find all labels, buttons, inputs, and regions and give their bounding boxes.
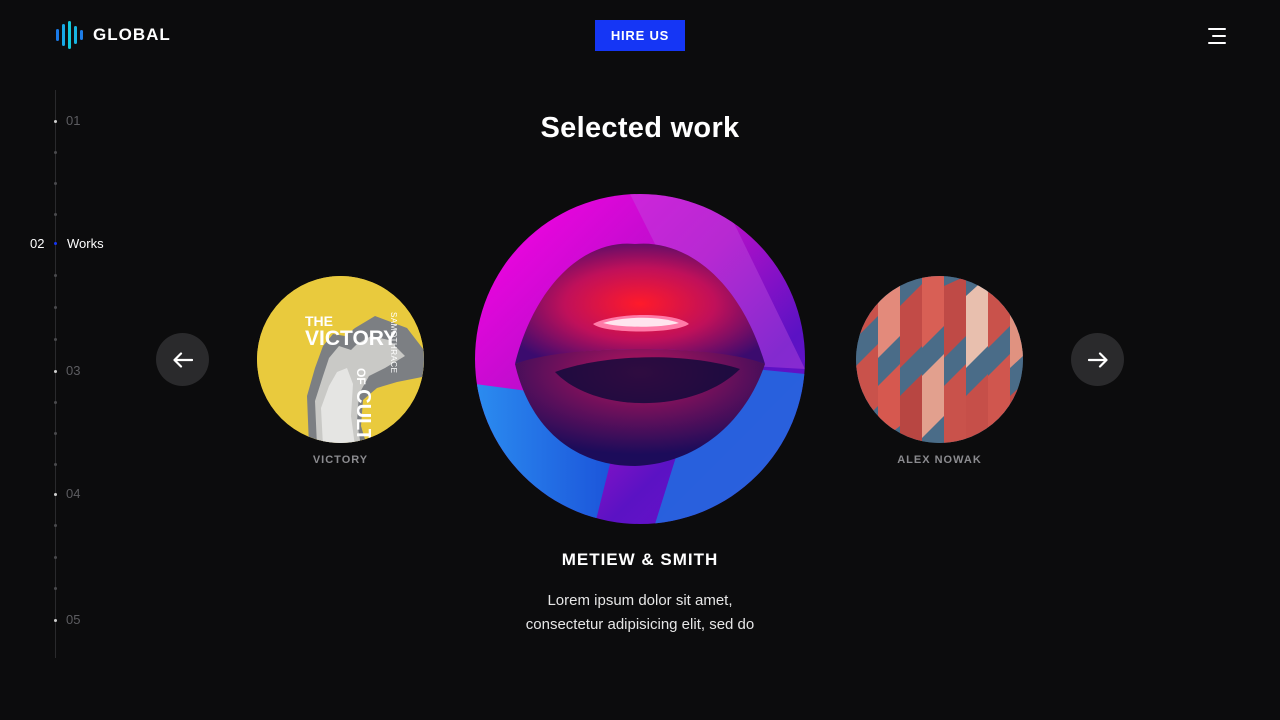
featured-work-description: Lorem ipsum dolor sit amet, consectetur … — [525, 592, 755, 633]
work-featured-image[interactable] — [475, 194, 805, 524]
arrow-left-icon — [172, 351, 193, 368]
brand-name: GLOBAL — [93, 25, 171, 44]
carousel-next-button[interactable] — [1071, 333, 1124, 386]
victory-poster-side: SAMOTHRACE — [389, 312, 398, 374]
side-nav-item-works[interactable]: Works — [67, 236, 104, 251]
side-nav-track — [55, 90, 56, 658]
side-nav-item-02-number[interactable]: 02 — [30, 236, 44, 251]
brand-logo[interactable]: GLOBAL — [56, 20, 171, 50]
victory-poster-art — [257, 276, 424, 443]
victory-poster-text: THE VICTORY — [305, 313, 398, 350]
side-nav-active-marker — [54, 242, 57, 245]
hamburger-icon[interactable] — [1206, 28, 1226, 44]
victory-poster-vertical: OF CULTURE — [352, 368, 374, 443]
carousel-prev-button[interactable] — [156, 333, 209, 386]
work-thumb-alex-nowak[interactable] — [856, 276, 1023, 443]
work-caption-victory[interactable]: VICTORY — [257, 454, 424, 466]
featured-work-title[interactable]: METIEW & SMITH — [0, 550, 1280, 570]
pattern-artwork — [856, 276, 1023, 443]
side-nav-item-03[interactable]: 03 — [66, 363, 80, 378]
logo-icon — [56, 20, 83, 50]
hire-us-button[interactable]: HIRE US — [595, 20, 685, 51]
lips-artwork — [475, 194, 805, 524]
arrow-right-icon — [1087, 351, 1108, 368]
side-nav-item-04[interactable]: 04 — [66, 486, 80, 501]
section-title: Selected work — [540, 112, 740, 144]
work-thumb-victory[interactable]: THE VICTORY OF CULTURE SAMOTHRACE — [257, 276, 424, 443]
work-caption-alex-nowak[interactable]: ALEX NOWAK — [856, 454, 1023, 466]
